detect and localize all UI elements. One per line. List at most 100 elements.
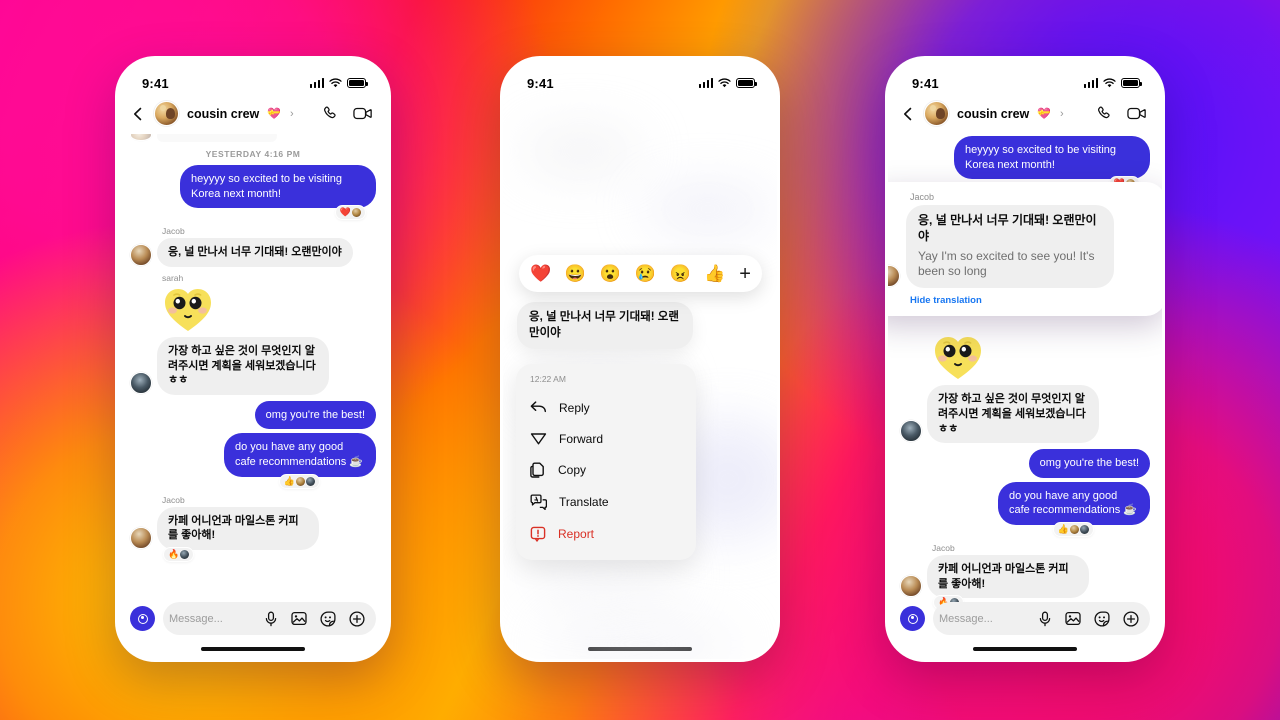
- yellow-heart-face-sticker[interactable]: [932, 333, 984, 381]
- message-bubble[interactable]: 가장 하고 싶은 것이 무엇인지 알려주시면 계획을 세워보겠습니다 ㅎㅎ: [157, 336, 329, 395]
- context-menu-item-copy[interactable]: Copy: [516, 454, 696, 486]
- selected-message-bubble[interactable]: 응, 널 만나서 너무 기대돼! 오랜만이야: [517, 302, 693, 350]
- reaction-row[interactable]: ❤️: [130, 205, 376, 221]
- message-row-incoming[interactable]: 가장 하고 싶은 것이 무엇인지 알려주시면 계획을 세워보겠습니다 ㅎㅎ: [130, 336, 376, 395]
- message-sender-name: Jacob: [162, 494, 185, 505]
- reaction-option-sad[interactable]: 😢: [635, 265, 656, 282]
- status-bar: 9:41: [118, 59, 388, 97]
- message-bubble[interactable]: omg you're the best!: [1028, 449, 1150, 478]
- avatar: [130, 134, 152, 141]
- avatar[interactable]: [130, 526, 152, 549]
- message-bubble[interactable]: omg you're the best!: [254, 400, 376, 430]
- message-row-incoming[interactable]: 카페 어니언과 마일스톤 커피를 좋아해!: [900, 555, 1150, 599]
- microphone-icon[interactable]: [264, 611, 278, 627]
- message-row-outgoing[interactable]: heyyyy so excited to be visiting Korea n…: [900, 136, 1150, 180]
- sticker-icon[interactable]: [320, 610, 336, 627]
- back-chevron-icon[interactable]: [130, 106, 146, 122]
- reaction-row[interactable]: 👍: [130, 473, 376, 489]
- cellular-signal-icon: [1083, 78, 1098, 88]
- message-row-outgoing[interactable]: omg you're the best!: [900, 449, 1150, 478]
- translation-card[interactable]: Jacob 응, 널 만나서 너무 기대돼! 오랜만이야 Yay I'm so …: [888, 182, 1162, 317]
- phone-call-icon[interactable]: [322, 105, 339, 122]
- plus-circle-icon[interactable]: [1123, 610, 1139, 627]
- message-row-outgoing[interactable]: heyyyy so excited to be visiting Korea n…: [130, 165, 376, 209]
- message-thread[interactable]: YESTERDAY 4:16 PM heyyyy so excited to b…: [118, 134, 388, 562]
- back-chevron-icon[interactable]: [900, 106, 916, 122]
- video-camera-icon[interactable]: [353, 106, 372, 121]
- message-bubble[interactable]: heyyyy so excited to be visiting Korea n…: [180, 165, 376, 209]
- reaction-pill[interactable]: 👍: [1052, 522, 1094, 537]
- reaction-emoji-bar[interactable]: ❤️ 😀 😮 😢 😠 👍 +: [519, 255, 762, 292]
- sticker-icon[interactable]: [1094, 610, 1110, 627]
- reaction-pill[interactable]: ❤️: [334, 205, 366, 221]
- reaction-row[interactable]: 🔥: [130, 546, 376, 562]
- reaction-option-thumbsup[interactable]: 👍: [704, 265, 725, 282]
- photo-icon[interactable]: [1065, 611, 1081, 626]
- reaction-pill[interactable]: 👍: [278, 473, 320, 489]
- message-bubble[interactable]: do you have any good cafe recommendation…: [224, 433, 376, 477]
- message-context-menu[interactable]: 12:22 AM Reply Forward Copy Translate Re…: [516, 364, 696, 560]
- message-row-incoming[interactable]: 응, 널 만나서 너무 기대돼! 오랜만이야: [130, 238, 376, 267]
- translation-translated-text: Yay I'm so excited to see you! It's been…: [918, 248, 1095, 279]
- more-reactions-plus-icon[interactable]: +: [739, 264, 751, 284]
- context-menu-item-forward[interactable]: Forward: [516, 423, 696, 454]
- reaction-option-grin[interactable]: 😀: [565, 265, 586, 282]
- message-sender-name: sarah: [162, 272, 184, 283]
- chat-disclosure-chevron[interactable]: ›: [1060, 108, 1064, 120]
- plus-circle-icon[interactable]: [349, 610, 365, 627]
- reaction-emoji-heart: ❤️: [339, 207, 351, 218]
- message-bubble[interactable]: heyyyy so excited to be visiting Korea n…: [954, 136, 1150, 180]
- reaction-row[interactable]: 👍: [900, 522, 1150, 537]
- avatar[interactable]: [130, 371, 152, 394]
- message-bubble[interactable]: 가장 하고 싶은 것이 무엇인지 알려주시면 계획을 세워보겠습니다 ㅎㅎ: [927, 385, 1099, 444]
- message-bubble[interactable]: 응, 널 만나서 너무 기대돼! 오랜만이야: [157, 238, 353, 267]
- message-row-outgoing[interactable]: omg you're the best!: [130, 400, 376, 430]
- message-input-pill[interactable]: Message...: [933, 602, 1150, 635]
- yellow-heart-face-sticker[interactable]: [162, 285, 214, 333]
- wifi-icon: [329, 78, 342, 88]
- message-row-incoming[interactable]: 가장 하고 싶은 것이 무엇인지 알려주시면 계획을 세워보겠습니다 ㅎㅎ: [900, 385, 1150, 444]
- message-bubble[interactable]: 카페 어니언과 마일스톤 커피를 좋아해!: [927, 555, 1089, 599]
- group-avatar[interactable]: [924, 101, 949, 126]
- context-menu-item-translate[interactable]: Translate: [516, 486, 696, 518]
- status-bar: 9:41: [888, 59, 1162, 97]
- translation-source-text: 응, 널 만나서 너무 기대돼! 오랜만이야: [918, 213, 1097, 243]
- avatar[interactable]: [130, 243, 152, 266]
- photo-icon[interactable]: [291, 611, 307, 626]
- reaction-pill[interactable]: 🔥: [163, 546, 195, 562]
- avatar[interactable]: [900, 420, 922, 443]
- camera-icon[interactable]: [130, 606, 155, 631]
- avatar[interactable]: [900, 575, 922, 598]
- reaction-option-angry[interactable]: 😠: [670, 265, 691, 282]
- translation-sender-name: Jacob: [910, 192, 935, 202]
- camera-icon[interactable]: [900, 606, 925, 631]
- message-input[interactable]: Message...: [939, 613, 1029, 625]
- message-input[interactable]: Message...: [169, 613, 255, 625]
- chat-disclosure-chevron[interactable]: ›: [290, 108, 294, 120]
- phone-call-icon[interactable]: [1096, 105, 1113, 122]
- hide-translation-link[interactable]: Hide translation: [910, 295, 1152, 306]
- reaction-option-heart[interactable]: ❤️: [530, 265, 551, 282]
- message-row-incoming[interactable]: 카페 어니언과 마일스톤 커피를 좋아해!: [130, 506, 376, 550]
- microphone-icon[interactable]: [1038, 611, 1052, 627]
- chat-title[interactable]: cousin crew: [187, 107, 259, 121]
- chat-title[interactable]: cousin crew: [957, 107, 1029, 121]
- reaction-emoji-fire: 🔥: [168, 548, 180, 559]
- message-bubble[interactable]: do you have any good cafe recommendation…: [998, 481, 1150, 525]
- status-bar-indicators: [1083, 78, 1142, 88]
- translation-body: 응, 널 만나서 너무 기대돼! 오랜만이야 Yay I'm so excite…: [888, 205, 1152, 289]
- message-bubble[interactable]: 카페 어니언과 마일스톤 커피를 좋아해!: [157, 506, 319, 550]
- message-row-outgoing[interactable]: do you have any good cafe recommendation…: [130, 433, 376, 477]
- video-camera-icon[interactable]: [1127, 106, 1146, 121]
- group-avatar[interactable]: [154, 101, 179, 126]
- context-menu-item-reply[interactable]: Reply: [516, 392, 696, 423]
- chat-header: cousin crew 💝 ›: [118, 97, 388, 134]
- message-input-pill[interactable]: Message...: [163, 602, 376, 635]
- context-menu-item-report[interactable]: Report: [516, 518, 696, 550]
- message-row-outgoing[interactable]: do you have any good cafe recommendation…: [900, 481, 1150, 525]
- reaction-option-wow[interactable]: 😮: [600, 265, 621, 282]
- translation-bubble[interactable]: 응, 널 만나서 너무 기대돼! 오랜만이야 Yay I'm so excite…: [906, 205, 1114, 289]
- avatar[interactable]: [888, 265, 900, 288]
- reaction-avatar: [1070, 525, 1079, 534]
- composer-icons: [264, 610, 365, 627]
